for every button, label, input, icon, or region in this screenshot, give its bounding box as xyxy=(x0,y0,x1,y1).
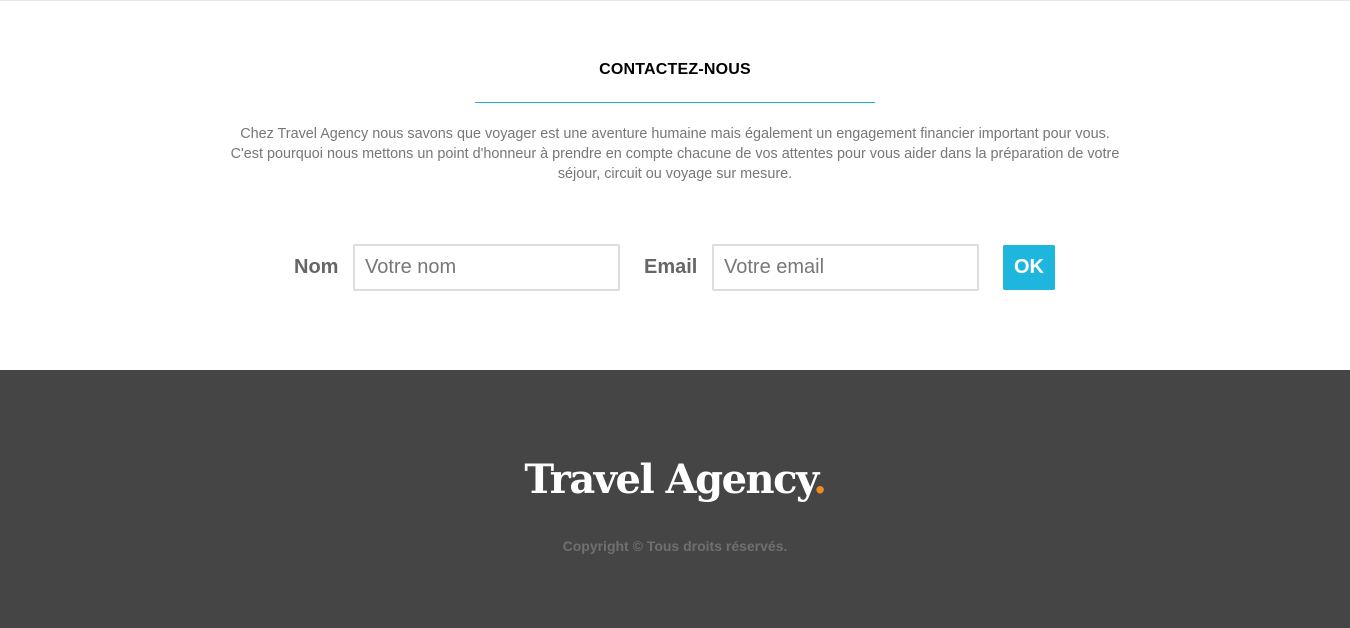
intro-line: séjour, circuit ou voyage sur mesure. xyxy=(557,166,793,182)
intro-line: C'est pourquoi nous mettons un point d'h… xyxy=(230,146,1120,162)
footer-logo[interactable]: Travel Agency. xyxy=(0,456,1350,504)
email-label: Email xyxy=(644,256,698,278)
copyright-text: Copyright © Tous droits réservés. xyxy=(562,538,788,554)
name-input[interactable] xyxy=(353,244,620,291)
submit-button[interactable]: OK xyxy=(1003,245,1055,290)
footer: Travel Agency. Copyright © Tous droits r… xyxy=(0,370,1350,628)
contact-form: Nom Email OK xyxy=(0,244,1350,291)
email-input[interactable] xyxy=(712,244,979,291)
contact-section: CONTACTEZ-NOUS Chez Travel Agency nous s… xyxy=(0,0,1350,370)
contact-intro: Chez Travel Agency nous savons que voyag… xyxy=(205,124,1145,184)
brand-name: Travel Agency xyxy=(524,456,814,503)
brand-dot: . xyxy=(813,456,827,503)
contact-title: CONTACTEZ-NOUS xyxy=(599,61,751,78)
title-underline xyxy=(475,102,875,103)
name-label: Nom xyxy=(294,256,339,278)
intro-line: Chez Travel Agency nous savons que voyag… xyxy=(240,126,1110,142)
